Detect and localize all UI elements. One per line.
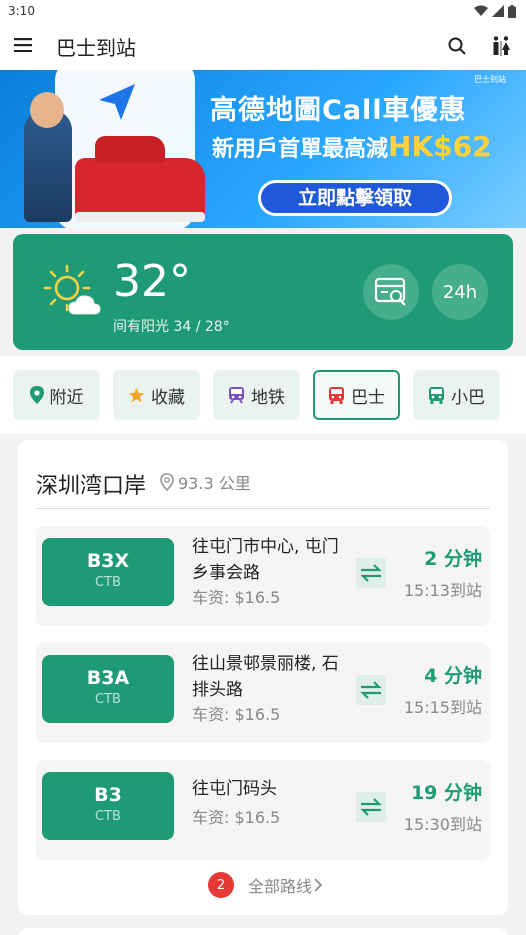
battery-icon — [508, 4, 516, 18]
tab-favorites[interactable]: 收藏 — [113, 370, 200, 420]
bus-icon — [329, 387, 344, 404]
route-number: B3A — [86, 667, 130, 689]
swap-direction-icon[interactable] — [356, 675, 386, 705]
search-icon[interactable] — [446, 35, 468, 57]
location-outline-icon — [160, 473, 174, 491]
category-tabs: 附近 收藏 地铁 巴士 小巴 — [0, 356, 526, 434]
route-destination: 往屯门码头 — [192, 779, 277, 799]
hourly-forecast-button[interactable]: 24h — [432, 264, 488, 320]
all-routes-link[interactable]: 2 全部路线 — [208, 872, 323, 898]
stop-distance: 93.3 公里 — [160, 470, 251, 494]
status-time: 3:10 — [8, 4, 35, 18]
divider — [36, 508, 490, 509]
route-fare: 车资: $16.5 — [192, 588, 281, 607]
stop-card: 深圳湾口岸 93.3 公里 B3X CTB 往屯门市中心, 屯门乡事会路 车资:… — [18, 440, 508, 915]
location-icon — [29, 386, 44, 404]
more-routes-count: 2 — [208, 872, 234, 898]
weather-card[interactable]: 32° 间有阳光 34 / 28° 24h — [13, 234, 513, 350]
tab-minibus[interactable]: 小巴 — [413, 370, 500, 420]
route-arrival-time: 15:13到站 — [403, 581, 482, 600]
route-badge: B3 CTB — [42, 772, 174, 840]
banner-subline: 新用戶首單最高減HK$62 — [212, 130, 492, 163]
weather-warning-button[interactable] — [363, 264, 419, 320]
all-routes-label: 全部路线 — [248, 877, 313, 896]
route-row[interactable]: B3A CTB 往山景邨景丽楼, 石排头路 车资: $16.5 4 分钟 15:… — [36, 643, 490, 743]
subway-icon — [229, 387, 244, 404]
next-stop-card — [18, 928, 508, 935]
swap-direction-icon[interactable] — [356, 792, 386, 822]
weather-description: 间有阳光 34 / 28° — [113, 319, 230, 335]
route-row[interactable]: B3 CTB 往屯门码头 车资: $16.5 19 分钟 15:30到站 — [36, 760, 490, 860]
tab-nearby-label: 附近 — [49, 387, 84, 408]
taxi-illustration — [75, 136, 205, 222]
route-number: B3X — [86, 550, 130, 572]
weather-warning-icon — [374, 277, 406, 306]
tab-bus-label: 巴士 — [351, 387, 385, 408]
route-company: CTB — [95, 809, 121, 824]
route-destination: 往山景邨景丽楼, 石排头路 — [192, 654, 339, 700]
tab-minibus-label: 小巴 — [451, 387, 485, 408]
route-badge: B3X CTB — [42, 538, 174, 606]
banner-cta-button[interactable]: 立即點擊領取 — [258, 180, 452, 216]
route-destination: 往屯门市中心, 屯门乡事会路 — [192, 537, 339, 583]
route-badge: B3A CTB — [42, 655, 174, 723]
banner-subline-prefix: 新用戶首單最高減 — [212, 137, 389, 162]
chevron-right-icon — [314, 878, 323, 892]
route-arrival-time: 15:15到站 — [403, 698, 482, 717]
status-bar: 3:10 — [0, 0, 526, 22]
status-icons — [474, 4, 516, 18]
banner-headline: 高德地圖Call車優惠 — [210, 95, 467, 126]
minibus-icon — [429, 387, 444, 404]
promo-banner[interactable]: 巴士到站 高德地圖Call車優惠 新用戶首單最高減HK$62 立即點擊領取 — [0, 70, 526, 228]
route-eta: 4 分钟 — [424, 665, 482, 687]
route-eta: 2 分钟 — [424, 548, 482, 570]
signal-icon — [492, 5, 504, 17]
temperature: 32° — [113, 256, 191, 307]
swap-direction-icon[interactable] — [356, 558, 386, 588]
route-fare: 车资: $16.5 — [192, 705, 281, 724]
menu-icon[interactable] — [14, 37, 34, 56]
wifi-icon — [474, 5, 488, 16]
banner-highlight: HK$62 — [388, 130, 492, 163]
route-arrival-time: 15:30到站 — [403, 815, 482, 834]
stop-name: 深圳湾口岸 — [36, 474, 147, 499]
stop-distance-value: 93.3 公里 — [178, 474, 251, 493]
tab-bus[interactable]: 巴士 — [313, 370, 400, 420]
banner-brand: 巴士到站 — [474, 75, 506, 84]
app-bar: 巴士到站 — [0, 22, 526, 70]
route-company: CTB — [95, 692, 121, 707]
tab-favorites-label: 收藏 — [151, 387, 185, 408]
route-eta: 19 分钟 — [410, 782, 482, 804]
route-number: B3 — [94, 784, 122, 806]
star-icon — [128, 387, 145, 402]
person-head — [30, 92, 64, 128]
navigation-arrow-icon — [99, 84, 135, 120]
tab-nearby[interactable]: 附近 — [13, 370, 100, 420]
restroom-icon[interactable] — [490, 35, 512, 57]
tab-subway[interactable]: 地铁 — [213, 370, 300, 420]
partly-sunny-icon — [43, 264, 101, 315]
app-title: 巴士到站 — [56, 35, 136, 60]
route-row[interactable]: B3X CTB 往屯门市中心, 屯门乡事会路 车资: $16.5 2 分钟 15… — [36, 526, 490, 626]
route-company: CTB — [95, 575, 121, 590]
tab-subway-label: 地铁 — [251, 387, 285, 408]
route-fare: 车资: $16.5 — [192, 808, 281, 827]
